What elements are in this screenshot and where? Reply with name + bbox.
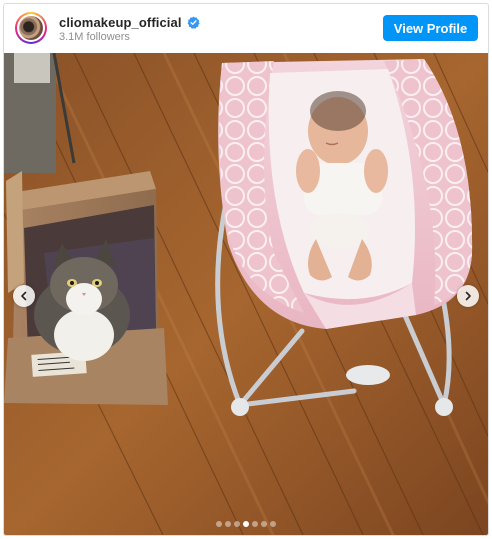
carousel-dot [270,521,276,527]
chevron-right-icon [465,291,471,301]
post-header: cliomakeup_official 3.1M followers View … [4,4,488,52]
carousel-dot [243,521,249,527]
previous-slide-button[interactable] [13,285,35,307]
username-row: cliomakeup_official [59,14,200,30]
profile-avatar[interactable] [15,12,47,44]
username-link[interactable]: cliomakeup_official [59,15,182,30]
chevron-left-icon [21,291,27,301]
carousel-dot [261,521,267,527]
verified-badge-icon [187,15,200,29]
instagram-embed-card: cliomakeup_official 3.1M followers View … [3,3,489,536]
follower-count: 3.1M followers [59,31,130,43]
photo-scene [4,53,488,535]
carousel-dot [216,521,222,527]
view-profile-button[interactable]: View Profile [383,15,478,41]
avatar-ring [17,14,45,42]
avatar-photo [19,16,43,40]
next-slide-button[interactable] [457,285,479,307]
carousel-dot [252,521,258,527]
post-photo[interactable] [4,53,488,535]
carousel-dot [234,521,240,527]
carousel-dot [225,521,231,527]
carousel-indicator [4,521,488,527]
